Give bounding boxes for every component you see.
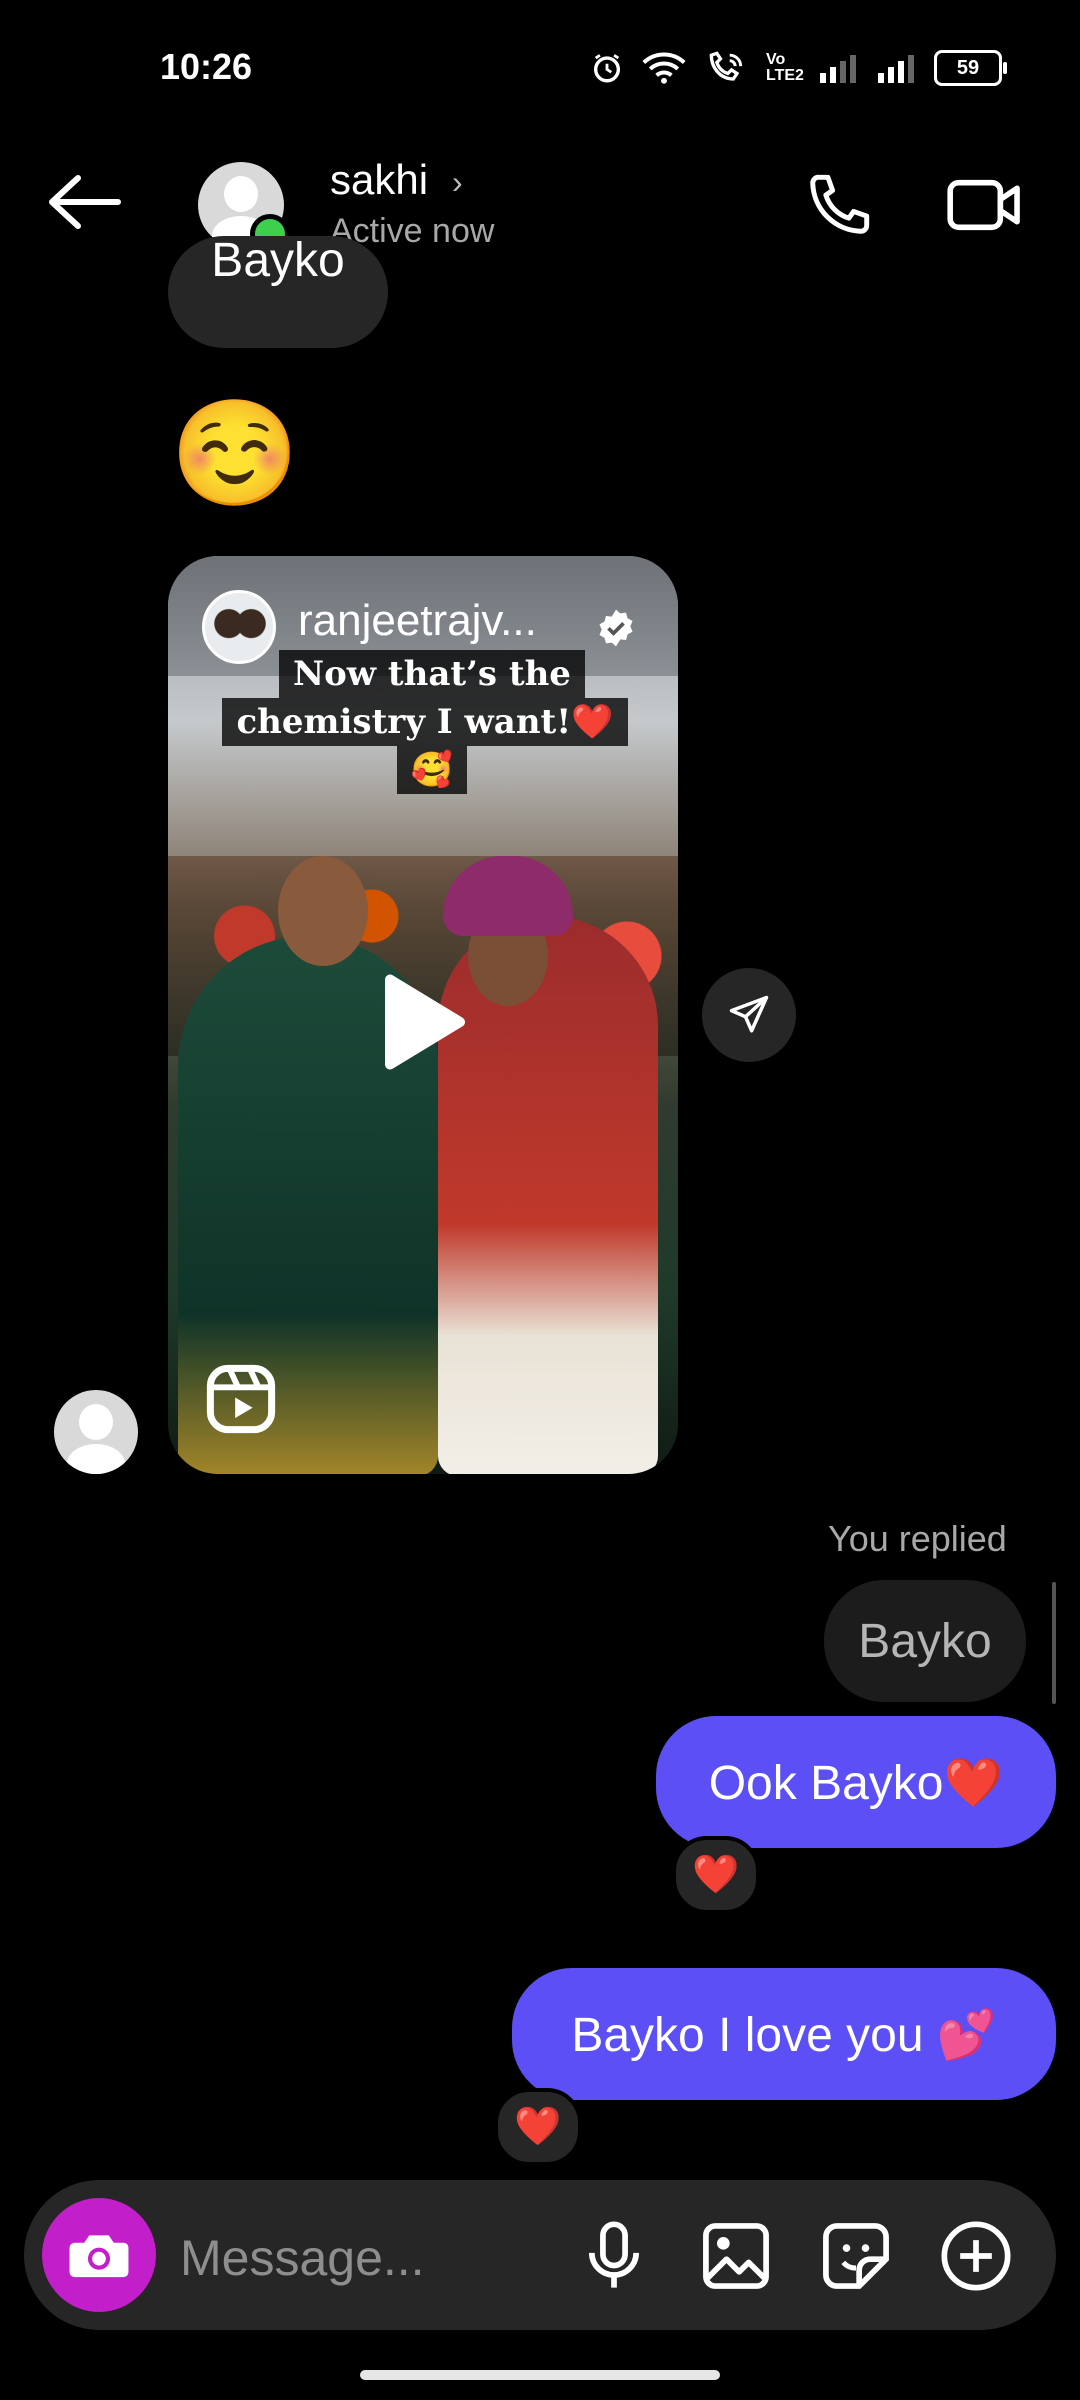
message-text: Ook Bayko❤️ (708, 1756, 1004, 1810)
message-text: Bayko (858, 1614, 992, 1668)
emoji-message[interactable]: ☺️ (170, 394, 300, 514)
reels-icon (206, 1364, 276, 1434)
header-scroll-mask (0, 0, 1080, 268)
sender-avatar[interactable] (54, 1390, 138, 1474)
verified-badge-icon (599, 609, 633, 647)
shared-reel[interactable]: ranjeetrajv... Now that’s the chemistry … (168, 556, 678, 1474)
message-input[interactable] (178, 2222, 542, 2294)
heart-reaction[interactable]: ❤️ (494, 2088, 582, 2166)
gallery-icon[interactable] (698, 2218, 774, 2294)
heart-icon: ❤️ (514, 2106, 562, 2148)
sent-message[interactable]: Ook Bayko❤️ (656, 1716, 1056, 1848)
reel-caption-line: Now that’s the (279, 650, 585, 698)
sticker-icon[interactable] (818, 2218, 894, 2294)
replied-to-message[interactable]: Bayko (824, 1580, 1026, 1702)
reel-figure-man (438, 916, 658, 1474)
share-reel-button[interactable] (702, 968, 796, 1062)
heart-icon: ❤️ (692, 1854, 740, 1896)
sent-message[interactable]: Bayko I love you 💕 (512, 1968, 1056, 2100)
home-indicator[interactable] (360, 2370, 720, 2380)
reply-indicator-bar (1052, 1582, 1056, 1704)
camera-button[interactable] (42, 2198, 156, 2312)
send-icon (729, 995, 769, 1033)
plus-icon[interactable] (938, 2218, 1014, 2294)
reel-caption-line: chemistry I want!❤️🥰 (222, 698, 628, 794)
play-icon[interactable] (380, 972, 470, 1072)
heart-reaction[interactable]: ❤️ (672, 1836, 760, 1914)
message-text: Bayko I love you 💕 (571, 2008, 997, 2062)
camera-icon (69, 2235, 129, 2278)
reel-caption: Now that’s the chemistry I want!❤️🥰 (212, 650, 652, 794)
you-replied-label: You replied (828, 1518, 1007, 1559)
reel-owner-name[interactable]: ranjeetrajv... (298, 596, 558, 646)
reel-figure-head (278, 856, 368, 966)
microphone-icon[interactable] (576, 2218, 652, 2294)
